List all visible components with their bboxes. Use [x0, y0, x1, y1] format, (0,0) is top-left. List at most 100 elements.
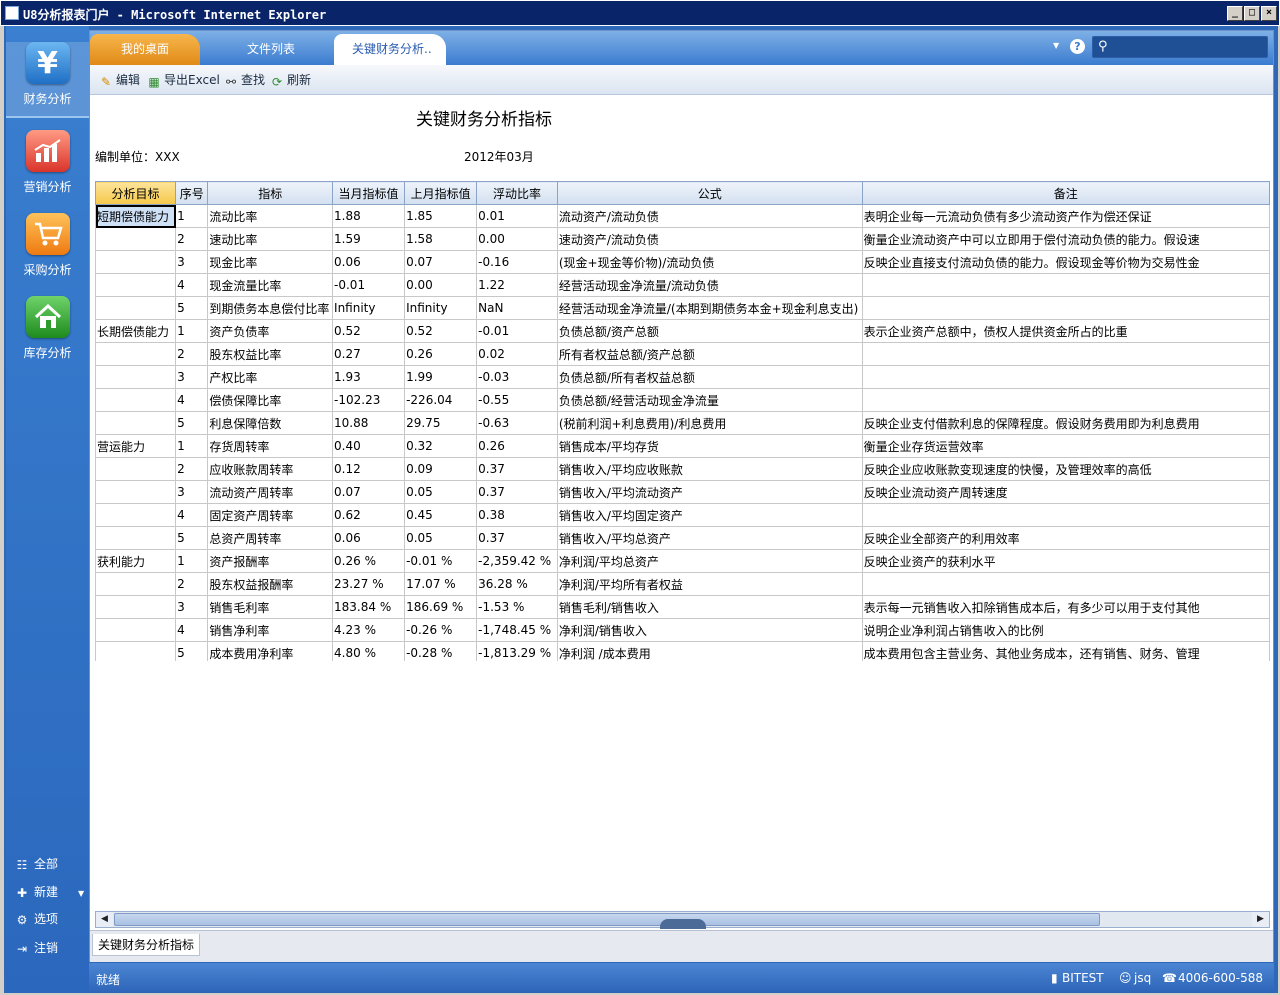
cell-remark[interactable]	[861, 503, 1270, 527]
cell-current[interactable]: 1.93	[332, 365, 406, 389]
cell-seq[interactable]: 1	[175, 434, 209, 458]
cell-change[interactable]: -1,748.45 %	[476, 618, 558, 642]
search-input[interactable]: ⚲	[1092, 36, 1268, 58]
cell-previous[interactable]: 1.99	[404, 365, 478, 389]
cell-formula[interactable]: 销售收入/平均流动资产	[556, 480, 863, 504]
help-icon[interactable]: ?	[1070, 39, 1085, 54]
cell-remark[interactable]: 反映企业全部资产的利用效率	[861, 526, 1270, 550]
tab-key-financial-analysis[interactable]: 关键财务分析..	[334, 34, 446, 65]
cell-seq[interactable]: 1	[175, 319, 209, 343]
cell-previous[interactable]: 1.58	[404, 227, 478, 251]
cell-formula[interactable]: 负债总额/所有者权益总额	[556, 365, 863, 389]
cell-seq[interactable]: 5	[175, 526, 209, 550]
cell-current[interactable]: 0.27	[332, 342, 406, 366]
cell-change[interactable]: -0.63	[476, 411, 558, 435]
cell-formula[interactable]: 净利润/平均总资产	[556, 549, 863, 573]
cell-formula[interactable]: 净利润 /成本费用	[556, 641, 863, 661]
cell-change[interactable]: 0.37	[476, 526, 558, 550]
cell-previous[interactable]: 0.32	[404, 434, 478, 458]
cell-previous[interactable]: 29.75	[404, 411, 478, 435]
cell-goal[interactable]	[95, 388, 177, 412]
cell-previous[interactable]: 186.69 %	[404, 595, 478, 619]
cell-remark[interactable]: 表示每一元销售收入扣除销售成本后，有多少可以用于支付其他	[861, 595, 1270, 619]
cell-goal[interactable]	[95, 526, 177, 550]
cell-formula[interactable]: 净利润/销售收入	[556, 618, 863, 642]
header-previous[interactable]: 上月指标值	[404, 181, 478, 205]
sidebar-item-inventory[interactable]: 库存分析	[6, 296, 89, 366]
cell-indicator[interactable]: 资产报酬率	[207, 549, 334, 573]
sidebar-item-marketing[interactable]: 营销分析	[6, 130, 89, 200]
cell-change[interactable]: 0.02	[476, 342, 558, 366]
cell-formula[interactable]: 销售收入/平均总资产	[556, 526, 863, 550]
cell-goal[interactable]	[95, 227, 177, 251]
cell-indicator[interactable]: 存货周转率	[207, 434, 334, 458]
cell-formula[interactable]: 经营活动现金净流量/流动负债	[556, 273, 863, 297]
sidebar-all-button[interactable]: ☷ 全部	[14, 855, 58, 872]
cell-indicator[interactable]: 产权比率	[207, 365, 334, 389]
cell-formula[interactable]: 净利润/平均所有者权益	[556, 572, 863, 596]
cell-change[interactable]: -0.16	[476, 250, 558, 274]
cell-indicator[interactable]: 资产负债率	[207, 319, 334, 343]
cell-remark[interactable]	[861, 388, 1270, 412]
scroll-right-icon[interactable]: ▶	[1252, 912, 1269, 927]
cell-seq[interactable]: 4	[175, 618, 209, 642]
cell-current[interactable]: 0.62	[332, 503, 406, 527]
cell-remark[interactable]	[861, 273, 1270, 297]
cell-formula[interactable]: 所有者权益总额/资产总额	[556, 342, 863, 366]
header-seq[interactable]: 序号	[175, 181, 209, 205]
cell-remark[interactable]: 表示企业资产总额中，债权人提供资金所占的比重	[861, 319, 1270, 343]
cell-current[interactable]: -102.23	[332, 388, 406, 412]
cell-change[interactable]: 0.01	[476, 204, 558, 228]
header-change[interactable]: 浮动比率	[476, 181, 558, 205]
close-button[interactable]: ×	[1261, 6, 1277, 21]
cell-goal[interactable]	[95, 296, 177, 320]
cell-remark[interactable]: 反映企业支付借款利息的保障程度。假设财务费用即为利息费用	[861, 411, 1270, 435]
cell-previous[interactable]: -0.28 %	[404, 641, 478, 661]
scroll-left-icon[interactable]: ◀	[96, 912, 113, 927]
sheet-tab[interactable]: 关键财务分析指标	[92, 934, 201, 956]
cell-goal[interactable]: 获利能力	[95, 549, 177, 573]
cell-change[interactable]: 36.28 %	[476, 572, 558, 596]
cell-indicator[interactable]: 现金比率	[207, 250, 334, 274]
cell-seq[interactable]: 4	[175, 273, 209, 297]
cell-change[interactable]: -0.03	[476, 365, 558, 389]
cell-formula[interactable]: 负债总额/经营活动现金净流量	[556, 388, 863, 412]
cell-formula[interactable]: 销售毛利/销售收入	[556, 595, 863, 619]
cell-previous[interactable]: -0.01 %	[404, 549, 478, 573]
cell-current[interactable]: 4.23 %	[332, 618, 406, 642]
cell-goal[interactable]	[95, 641, 177, 661]
cell-change[interactable]: 0.37	[476, 480, 558, 504]
cell-goal[interactable]	[95, 365, 177, 389]
cell-seq[interactable]: 3	[175, 595, 209, 619]
cell-indicator[interactable]: 利息保障倍数	[207, 411, 334, 435]
cell-goal[interactable]	[95, 503, 177, 527]
cell-change[interactable]: 0.26	[476, 434, 558, 458]
cell-current[interactable]: 0.52	[332, 319, 406, 343]
cell-previous[interactable]: 0.07	[404, 250, 478, 274]
cell-goal[interactable]: 短期偿债能力	[95, 204, 177, 228]
cell-seq[interactable]: 2	[175, 227, 209, 251]
cell-goal[interactable]: 长期偿债能力	[95, 319, 177, 343]
cell-current[interactable]: 1.88	[332, 204, 406, 228]
cell-remark[interactable]: 说明企业净利润占销售收入的比例	[861, 618, 1270, 642]
cell-goal[interactable]	[95, 273, 177, 297]
cell-indicator[interactable]: 固定资产周转率	[207, 503, 334, 527]
cell-indicator[interactable]: 股东权益比率	[207, 342, 334, 366]
cell-indicator[interactable]: 成本费用净利率	[207, 641, 334, 661]
cell-change[interactable]: 0.00	[476, 227, 558, 251]
cell-remark[interactable]	[861, 365, 1270, 389]
cell-indicator[interactable]: 偿债保障比率	[207, 388, 334, 412]
cell-indicator[interactable]: 到期债务本息偿付比率	[207, 296, 334, 320]
chevron-down-icon[interactable]: ▼	[78, 889, 84, 898]
cell-remark[interactable]: 衡量企业流动资产中可以立即用于偿付流动负债的能力。假设速	[861, 227, 1270, 251]
cell-goal[interactable]: 营运能力	[95, 434, 177, 458]
sidebar-item-purchase[interactable]: 采购分析	[6, 213, 89, 283]
cell-previous[interactable]: 0.26	[404, 342, 478, 366]
header-current[interactable]: 当月指标值	[332, 181, 406, 205]
cell-indicator[interactable]: 股东权益报酬率	[207, 572, 334, 596]
cell-formula[interactable]: 销售成本/平均存货	[556, 434, 863, 458]
cell-goal[interactable]	[95, 411, 177, 435]
cell-remark[interactable]: 反映企业直接支付流动负债的能力。假设现金等价物为交易性金	[861, 250, 1270, 274]
cell-goal[interactable]	[95, 342, 177, 366]
sidebar-new-button[interactable]: ✚ 新建 ▼	[14, 883, 84, 900]
